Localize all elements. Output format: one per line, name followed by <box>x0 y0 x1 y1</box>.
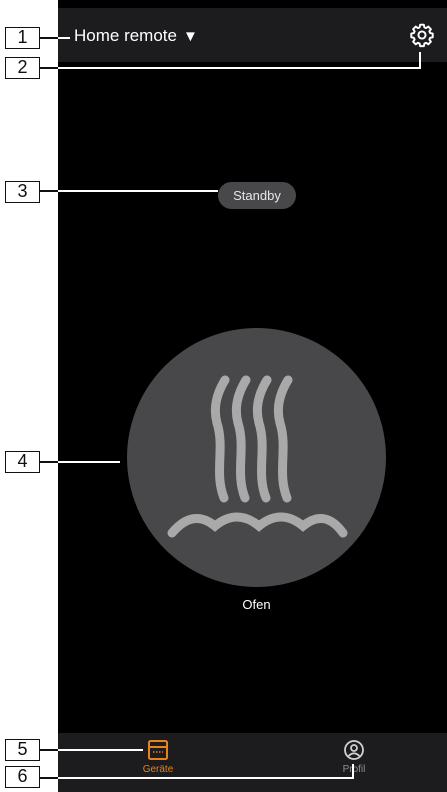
callout-3: 3 <box>5 181 40 203</box>
callout-4: 4 <box>5 451 40 473</box>
status-badge: Standby <box>218 182 296 209</box>
leader-line-6-screen <box>58 777 354 779</box>
leader-line-6 <box>40 777 58 779</box>
nav-label-profile: Profil <box>294 764 414 775</box>
profile-icon <box>344 740 364 760</box>
gear-icon <box>410 23 434 48</box>
leader-line-3 <box>40 190 58 192</box>
leader-line-5 <box>40 749 58 751</box>
oven-heat-icon <box>167 375 348 538</box>
callout-2: 2 <box>5 57 40 79</box>
device-icon <box>148 740 168 760</box>
device-tile-oven[interactable] <box>127 328 386 587</box>
leader-line-2 <box>40 67 58 69</box>
leader-line-4-screen <box>58 461 120 463</box>
leader-line-6-vertical <box>352 764 354 778</box>
callout-5: 5 <box>5 739 40 761</box>
device-name-label: Ofen <box>242 597 271 612</box>
nav-tab-profile[interactable]: Profil <box>294 739 414 775</box>
settings-button[interactable] <box>409 22 435 48</box>
app-screen: Home remote ▼ Standby Ofen Geräte <box>58 0 447 792</box>
leader-line-3-screen <box>58 190 218 192</box>
leader-line-1-screen <box>58 37 70 39</box>
home-selector-dropdown[interactable]: Home remote ▼ <box>74 26 198 46</box>
nav-tab-devices[interactable]: Geräte <box>98 739 218 775</box>
leader-line-5-screen <box>58 749 143 751</box>
top-bar: Home remote ▼ <box>58 8 447 62</box>
callout-1: 1 <box>5 27 40 49</box>
leader-line-4 <box>40 461 58 463</box>
home-name-label: Home remote <box>74 26 177 45</box>
chevron-down-icon: ▼ <box>182 27 198 45</box>
callout-6: 6 <box>5 766 40 788</box>
leader-line-2-vertical <box>419 52 421 68</box>
nav-label-devices: Geräte <box>142 764 174 775</box>
bottom-navigation: Geräte Profil <box>58 733 447 792</box>
leader-line-2-screen <box>58 67 421 69</box>
